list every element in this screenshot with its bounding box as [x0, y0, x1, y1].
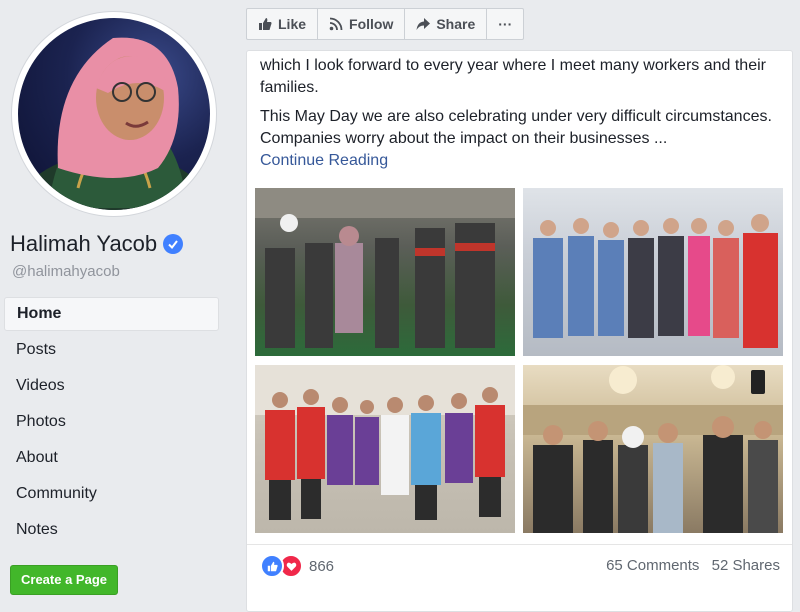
nav-item-posts[interactable]: Posts — [4, 333, 219, 369]
profile-portrait-image — [19, 37, 209, 210]
profile-picture[interactable] — [18, 18, 210, 210]
reactions-summary[interactable]: 866 — [260, 554, 334, 578]
page-title[interactable]: Halimah Yacob — [10, 231, 184, 257]
photo-award-group — [533, 214, 778, 348]
continue-reading-link[interactable]: Continue Reading — [260, 150, 780, 172]
left-sidebar: Halimah Yacob @halimahyacob Home Posts V… — [0, 0, 232, 597]
share-label: Share — [436, 16, 476, 32]
post-paragraph-2: This May Day we are also celebrating und… — [260, 108, 772, 147]
post-photo-3[interactable] — [255, 365, 515, 533]
like-reaction-icon — [260, 554, 284, 578]
nav-item-home[interactable]: Home — [4, 297, 219, 331]
profile-picture-frame[interactable] — [12, 12, 216, 216]
nav-item-community[interactable]: Community — [4, 477, 219, 513]
page-name-text[interactable]: Halimah Yacob — [10, 231, 157, 256]
like-page-button[interactable]: Like — [247, 9, 319, 39]
post-body: which I look forward to every year where… — [260, 55, 780, 172]
photo-group-thumbs-up — [255, 365, 515, 520]
photo-workers-group — [255, 188, 515, 348]
shares-count-link[interactable]: 52 Shares — [712, 557, 780, 574]
follow-label: Follow — [349, 16, 394, 32]
follow-button[interactable]: Follow — [318, 9, 406, 39]
rss-icon — [329, 17, 343, 31]
nav-item-videos[interactable]: Videos — [4, 369, 219, 405]
comments-count-link[interactable]: 65 Comments — [606, 557, 699, 574]
create-page-button[interactable]: Create a Page — [10, 565, 118, 595]
photo-selfie-hall — [523, 365, 783, 533]
share-arrow-icon — [416, 18, 431, 30]
reaction-count: 866 — [309, 557, 335, 575]
more-options-button[interactable]: ··· — [487, 9, 523, 39]
post-paragraph-1: which I look forward to every year where… — [260, 57, 766, 96]
page-nav: Home Posts Videos Photos About Community… — [4, 297, 219, 549]
post-photo-1[interactable] — [255, 188, 515, 356]
like-label: Like — [278, 16, 307, 32]
verified-badge-icon — [163, 234, 184, 254]
page-handle[interactable]: @halimahyacob — [12, 263, 120, 280]
post-photo-2[interactable] — [523, 188, 783, 356]
post-stats: 65 Comments 52 Shares — [598, 557, 780, 574]
photo-grid — [255, 188, 785, 533]
main-column: Like Follow Share ··· which I look forwa… — [232, 0, 800, 612]
nav-item-about[interactable]: About — [4, 441, 219, 477]
post-card: which I look forward to every year where… — [246, 50, 793, 612]
more-dots-icon: ··· — [498, 16, 513, 32]
page-action-bar: Like Follow Share ··· — [246, 8, 525, 40]
footer-divider — [247, 544, 792, 545]
nav-item-photos[interactable]: Photos — [4, 405, 219, 441]
post-photo-4[interactable] — [523, 365, 783, 533]
share-button[interactable]: Share — [405, 9, 488, 39]
nav-item-notes[interactable]: Notes — [4, 513, 219, 549]
thumbs-up-icon — [259, 18, 272, 30]
